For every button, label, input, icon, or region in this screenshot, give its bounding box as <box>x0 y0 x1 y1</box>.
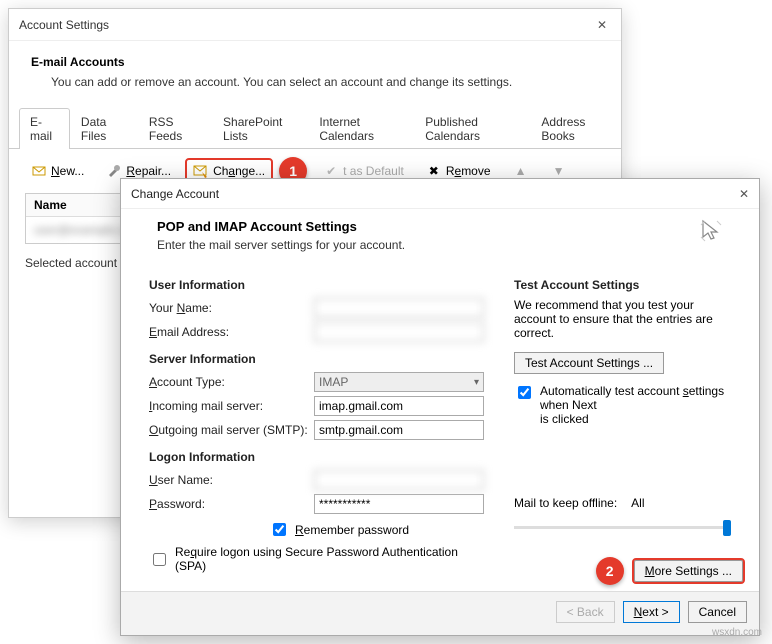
tabs: E-mail Data Files RSS Feeds SharePoint L… <box>9 107 621 149</box>
email-input[interactable] <box>314 322 484 342</box>
your-name-label: Your Name: <box>149 301 314 315</box>
mail-offline-value: All <box>631 496 644 510</box>
cancel-button[interactable]: Cancel <box>688 601 747 623</box>
auto-test-label: Automatically test account settings when… <box>540 384 731 426</box>
pop-imap-heading: POP and IMAP Account Settings <box>157 219 405 234</box>
server-information-group: Server Information <box>149 352 484 366</box>
close-icon[interactable]: ✕ <box>593 18 611 32</box>
mail-offline-slider[interactable] <box>514 516 731 540</box>
remove-icon: ✖ <box>426 163 442 179</box>
tab-published-calendars[interactable]: Published Calendars <box>414 108 530 149</box>
email-accounts-heading: E-mail Accounts <box>31 55 599 69</box>
tab-data-files[interactable]: Data Files <box>70 108 138 149</box>
change-account-title: Change Account <box>131 187 219 201</box>
check-icon: ✔ <box>323 163 339 179</box>
tab-internet-calendars[interactable]: Internet Calendars <box>308 108 414 149</box>
back-button: < Back <box>556 601 615 623</box>
repair-label: Repair... <box>126 164 171 178</box>
slider-track <box>514 526 731 529</box>
tab-address-books[interactable]: Address Books <box>530 108 621 149</box>
change-account-window: Change Account ✕ POP and IMAP Account Se… <box>120 178 760 636</box>
change-label: Change... <box>213 164 265 178</box>
password-label: Password: <box>149 497 314 511</box>
outgoing-label: Outgoing mail server (SMTP): <box>149 423 314 437</box>
spa-checkbox[interactable] <box>153 553 166 566</box>
remember-password-label: Remember password <box>295 523 409 537</box>
incoming-input[interactable] <box>314 396 484 416</box>
new-button[interactable]: New... <box>25 160 90 182</box>
close-icon[interactable]: ✕ <box>739 187 749 201</box>
spa-label: Require logon using Secure Password Auth… <box>175 545 458 573</box>
account-type-label: Account Type: <box>149 375 314 389</box>
username-input[interactable] <box>314 470 484 490</box>
test-account-button[interactable]: Test Account Settings ... <box>514 352 664 374</box>
account-type-select: IMAP ▾ <box>314 372 484 392</box>
email-accounts-subtext: You can add or remove an account. You ca… <box>31 75 599 89</box>
change-icon <box>193 163 209 179</box>
tab-sharepoint-lists[interactable]: SharePoint Lists <box>212 108 308 149</box>
test-settings-group: Test Account Settings <box>514 278 731 292</box>
arrow-up-icon: ▲ <box>513 163 529 179</box>
arrow-down-icon: ▼ <box>551 163 567 179</box>
account-type-value: IMAP <box>319 375 348 389</box>
watermark: wsxdn.com <box>712 627 762 638</box>
logon-information-group: Logon Information <box>149 450 484 464</box>
username-label: User Name: <box>149 473 314 487</box>
email-label: Email Address: <box>149 325 314 339</box>
repair-icon <box>106 163 122 179</box>
next-button[interactable]: Next > <box>623 601 680 623</box>
mail-offline-label: Mail to keep offline: <box>514 496 617 510</box>
set-default-label: t as Default <box>343 164 404 178</box>
account-settings-title: Account Settings <box>19 18 109 32</box>
remove-label: Remove <box>446 164 491 178</box>
slider-thumb[interactable] <box>723 520 731 536</box>
password-input[interactable] <box>314 494 484 514</box>
remember-password-checkbox[interactable] <box>273 523 286 536</box>
cursor-icon <box>699 219 723 243</box>
chevron-down-icon: ▾ <box>474 377 479 388</box>
tab-email[interactable]: E-mail <box>19 108 70 149</box>
incoming-label: Incoming mail server: <box>149 399 314 413</box>
new-label: New... <box>51 164 84 178</box>
test-settings-text: We recommend that you test your account … <box>514 298 731 340</box>
outgoing-input[interactable] <box>314 420 484 440</box>
user-information-group: User Information <box>149 278 484 292</box>
callout-2: 2 <box>596 557 624 585</box>
new-icon <box>31 163 47 179</box>
auto-test-checkbox[interactable] <box>518 386 531 399</box>
tab-rss-feeds[interactable]: RSS Feeds <box>138 108 212 149</box>
pop-imap-subtext: Enter the mail server settings for your … <box>157 238 405 252</box>
your-name-input[interactable] <box>314 298 484 318</box>
more-settings-button[interactable]: More Settings ... <box>634 560 743 582</box>
